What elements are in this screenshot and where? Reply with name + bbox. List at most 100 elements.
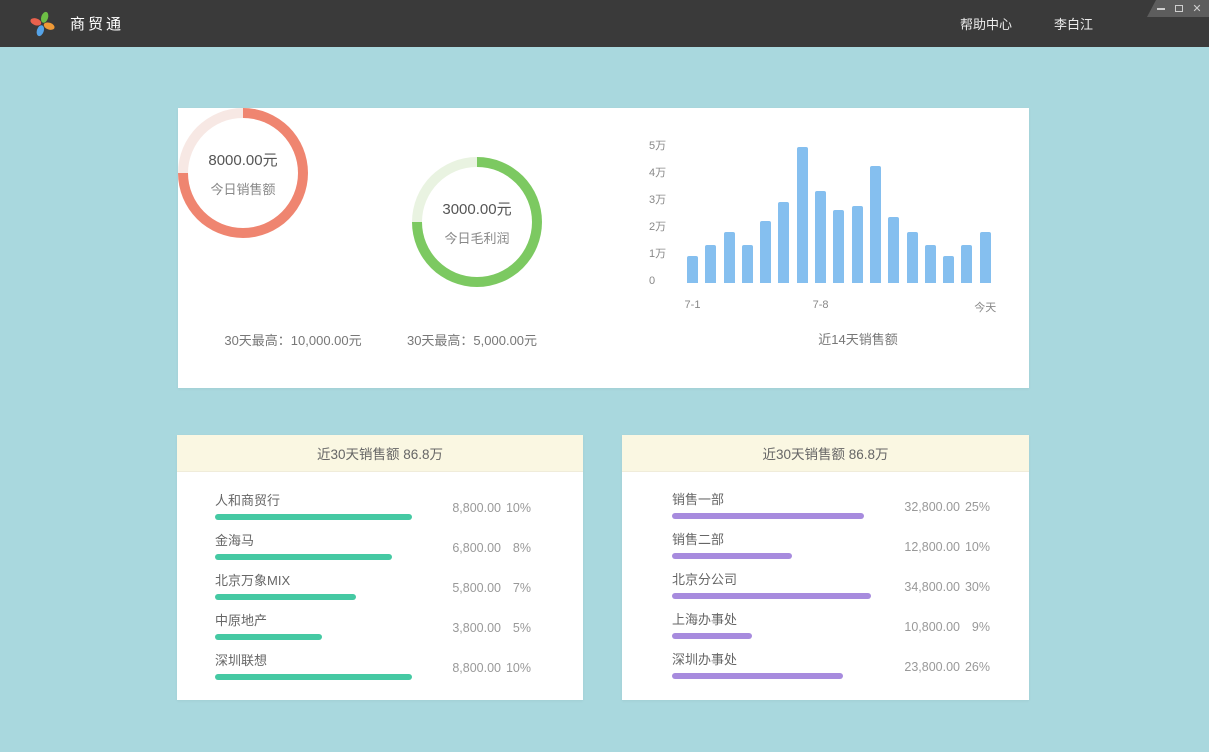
rank-percent: 30% [960,580,990,594]
rank-bar [215,634,322,640]
chart-bar [815,191,826,283]
y-tick-label: 1万 [649,247,666,261]
today-sales-value: 8000.00元 [208,149,277,170]
rank-row: 销售一部32,800.0025% [672,489,990,529]
chart-y-axis: 0 1万 2万 3万 4万 5万 [649,108,689,388]
rank-value: 12,800.0010% [882,540,990,554]
customer-list: 人和商贸行8,800.0010%金海马6,800.008%北京万象MIX5,80… [177,472,583,690]
today-sales-donut: 8000.00元 今日销售额 [178,108,308,238]
rank-value: 8,800.0010% [423,661,531,675]
customer-sales-panel: 近30天销售额 86.8万 人和商贸行8,800.0010%金海马6,800.0… [177,435,583,700]
chart-caption: 近14天销售额 [818,329,897,348]
x-tick-label: 7-8 [813,299,829,311]
rank-bar [215,554,392,560]
y-tick-label: 4万 [649,166,666,180]
rank-value: 5,800.007% [423,581,531,595]
rank-bar [215,674,412,680]
rank-bar [672,593,871,599]
rank-bar [672,553,792,559]
rank-row: 深圳联想8,800.0010% [215,650,531,690]
rank-value: 8,800.0010% [423,501,531,515]
rank-percent: 5% [501,621,531,635]
rank-amount: 6,800.00 [423,541,501,555]
chart-bar [742,245,753,283]
rank-value: 34,800.0030% [882,580,990,594]
rank-bar [672,673,843,679]
rank-row: 金海马6,800.008% [215,530,531,570]
rank-amount: 32,800.00 [882,500,960,514]
rank-percent: 9% [960,620,990,634]
app-logo-icon [28,10,56,38]
rank-percent: 26% [960,660,990,674]
rank-row: 北京万象MIX5,800.007% [215,570,531,610]
rank-amount: 12,800.00 [882,540,960,554]
rank-amount: 34,800.00 [882,580,960,594]
chart-bar [888,217,899,283]
x-tick-label: 今天 [974,299,996,315]
rank-amount: 8,800.00 [423,661,501,675]
chart-bar [852,206,863,283]
sales-14d-bar-chart [687,147,991,283]
department-sales-panel: 近30天销售额 86.8万 销售一部32,800.0025%销售二部12,800… [622,435,1029,700]
rank-bar [672,513,864,519]
window-controls: ✕ [1147,0,1209,17]
rank-bar [215,594,356,600]
today-sales-label: 今日销售额 [210,179,275,198]
chart-bar [724,232,735,283]
x-tick-label: 7-1 [685,299,701,311]
chart-bar [705,245,716,283]
rank-amount: 5,800.00 [423,581,501,595]
today-profit-label: 今日毛利润 [444,228,509,247]
rank-amount: 8,800.00 [423,501,501,515]
chart-bar [760,221,771,283]
rank-value: 3,800.005% [423,621,531,635]
rank-row: 上海办事处10,800.009% [672,609,990,649]
rank-percent: 25% [960,500,990,514]
y-tick-label: 2万 [649,220,666,234]
rank-percent: 8% [501,541,531,555]
rank-percent: 7% [501,581,531,595]
y-tick-label: 0 [649,274,655,288]
customer-panel-title: 近30天销售额 86.8万 [177,435,583,472]
close-button[interactable]: ✕ [1192,4,1202,14]
chart-bar [925,245,936,283]
department-panel-title: 近30天销售额 86.8万 [622,435,1029,472]
rank-row: 北京分公司34,800.0030% [672,569,990,609]
minimize-button[interactable] [1156,4,1166,14]
app-window: 商贸通 帮助中心 李白江 ✕ 8000.00元 今日销售额 3000.00元 今… [0,0,1209,752]
rank-percent: 10% [501,661,531,675]
rank-bar [672,633,752,639]
rank-value: 10,800.009% [882,620,990,634]
chart-bar [833,210,844,283]
rank-row: 深圳办事处23,800.0026% [672,649,990,689]
rank-percent: 10% [960,540,990,554]
rank-row: 销售二部12,800.0010% [672,529,990,569]
chart-bar [961,245,972,283]
titlebar: 商贸通 帮助中心 李白江 ✕ [0,0,1209,47]
help-center-link[interactable]: 帮助中心 [960,14,1012,33]
rank-row: 中原地产3,800.005% [215,610,531,650]
rank-row: 人和商贸行8,800.0010% [215,490,531,530]
username[interactable]: 李白江 [1054,14,1093,33]
maximize-button[interactable] [1174,4,1184,14]
app-title: 商贸通 [70,13,124,34]
department-list: 销售一部32,800.0025%销售二部12,800.0010%北京分公司34,… [622,472,1029,689]
chart-bar [870,166,881,283]
rank-amount: 3,800.00 [423,621,501,635]
rank-bar [215,514,412,520]
chart-bar [797,147,808,283]
y-tick-label: 5万 [649,139,666,153]
rank-amount: 10,800.00 [882,620,960,634]
profit-30d-max-note: 30天最高：5,000.00元 [407,330,537,349]
rank-amount: 23,800.00 [882,660,960,674]
chart-bar [980,232,991,283]
today-overview-card: 8000.00元 今日销售额 3000.00元 今日毛利润 30天最高：10,0… [178,108,1029,388]
chart-bar [687,256,698,283]
chart-bar [778,202,789,283]
rank-value: 32,800.0025% [882,500,990,514]
chart-bar [943,256,954,283]
chart-bar [907,232,918,283]
y-tick-label: 3万 [649,193,666,207]
today-profit-donut: 3000.00元 今日毛利润 [412,157,542,287]
rank-percent: 10% [501,501,531,515]
